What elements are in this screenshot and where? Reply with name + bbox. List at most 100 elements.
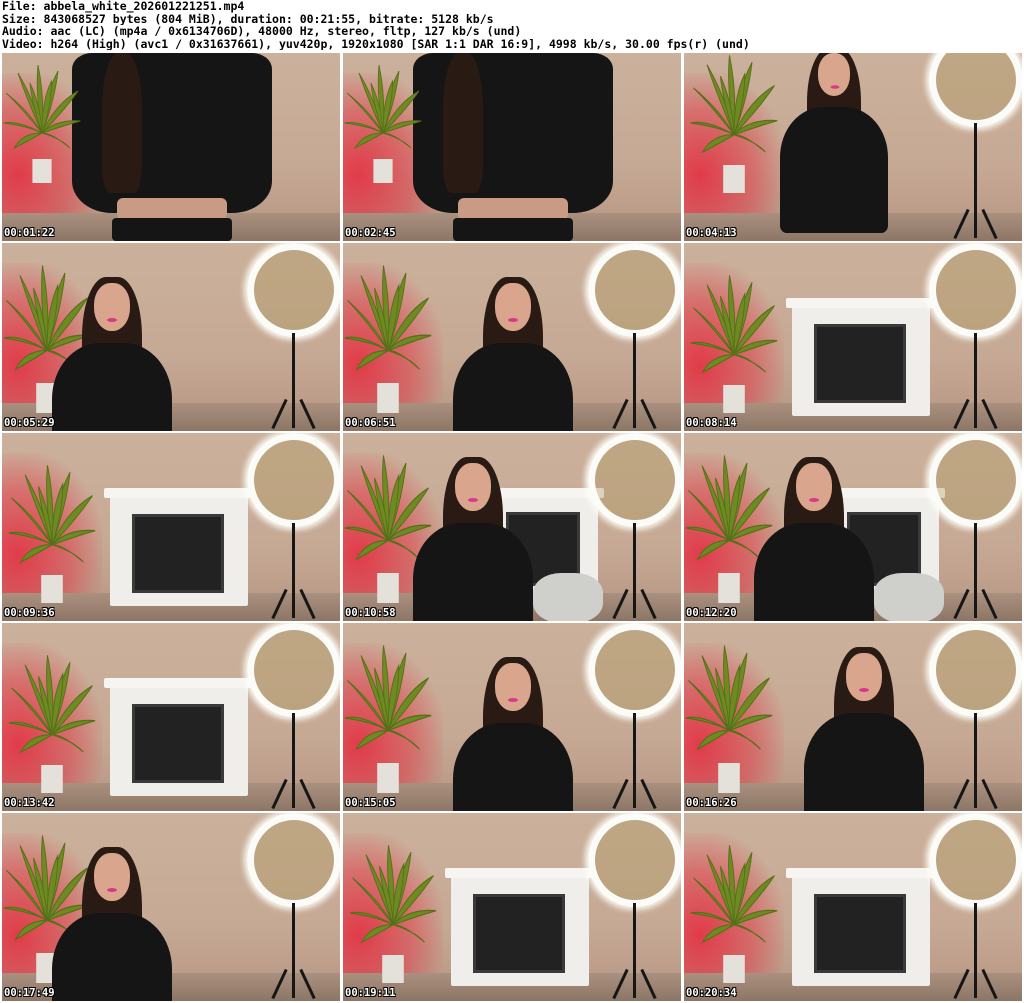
ring-light-stand [633,523,636,618]
timestamp-label: 00:13:42 [4,797,55,809]
hair [443,53,483,193]
fireplace-insert [132,513,224,594]
ring-light-stand [292,523,295,618]
thumbnail: 00:16:26 [684,623,1022,811]
palm-plant [690,845,778,983]
fireplace [445,868,595,986]
face [846,653,882,701]
palm-plant [344,64,422,183]
midriff [117,198,227,220]
ring-light-stand [292,903,295,998]
thumbnail: 00:06:51 [343,243,681,431]
timestamp-label: 00:04:13 [686,227,737,239]
mantel-shelf [786,868,936,878]
ring-light [588,243,681,337]
face [817,53,851,97]
black-top [453,723,573,811]
ring-light [247,813,340,907]
thumbnail: 00:12:20 [684,433,1022,621]
ring-light [588,813,681,907]
thumbnail-grid: 00:01:22 00:02:45 00:04:13 00:05:29 00:06:51… [2,53,1022,1001]
ring-light [929,433,1022,527]
thumbnail: 00:09:36 [2,433,340,621]
face [455,463,491,511]
mantel-shelf [104,678,254,688]
palm-plant [685,645,773,793]
lips [859,688,869,692]
fireplace [786,868,936,986]
black-top [804,713,924,811]
timestamp-label: 00:01:22 [4,227,55,239]
fireplace-insert [473,893,565,974]
palm-plant [8,655,96,793]
black-top [413,523,533,621]
fireplace [104,488,254,606]
timestamp-label: 00:06:51 [345,417,396,429]
thumbnail: 00:10:58 [343,433,681,621]
timestamp-label: 00:12:20 [686,607,737,619]
lips [809,498,819,502]
audio-info-line: Audio: aac (LC) (mp4a / 0x6134706D), 480… [2,25,522,38]
timestamp-label: 00:10:58 [345,607,396,619]
ring-light [588,623,681,717]
ring-light [247,243,340,337]
fireplace-insert [132,703,224,784]
ring-light-stand [974,523,977,618]
palm-plant [344,645,432,793]
timestamp-label: 00:19:11 [345,987,396,999]
lips [508,318,518,322]
file-name-line: File: abbela_white_202601221251.mp4 [2,0,245,13]
lips [107,318,117,322]
mantel-shelf [104,488,254,498]
ring-light [588,433,681,527]
ring-light-stand [292,333,295,428]
fireplace [786,298,936,416]
face [495,283,531,331]
video-info-header: File: abbela_white_202601221251.mp4 Size… [2,0,1022,52]
ring-light-stand [633,903,636,998]
ring-light [929,623,1022,717]
fireplace [104,678,254,796]
timestamp-label: 00:15:05 [345,797,396,809]
ring-light [247,433,340,527]
fireplace-insert [814,893,906,974]
thumbnail: 00:08:14 [684,243,1022,431]
thumbnail: 00:20:34 [684,813,1022,1001]
timestamp-label: 00:17:49 [4,987,55,999]
ring-light-stand [633,713,636,808]
black-top [780,107,888,233]
ring-light-stand [974,333,977,428]
ring-light [929,813,1022,907]
thumbnail: 00:04:13 [684,53,1022,241]
ring-light-stand [633,333,636,428]
mantel-shelf [786,298,936,308]
palm-plant [344,265,432,413]
timestamp-label: 00:16:26 [686,797,737,809]
thumbnail: 00:19:11 [343,813,681,1001]
black-bottoms [112,218,232,241]
timestamp-label: 00:20:34 [686,987,737,999]
ring-light [247,623,340,717]
lips [508,698,518,702]
lips [468,498,478,502]
palm-plant [690,275,778,413]
mantel-shelf [445,868,595,878]
black-bottoms [453,218,573,241]
timestamp-label: 00:05:29 [4,417,55,429]
face [796,463,832,511]
midriff [458,198,568,220]
face [495,663,531,711]
thumbnail: 00:01:22 [2,53,340,241]
ring-light-stand [292,713,295,808]
palm-plant [349,845,437,983]
video-info-line: Video: h264 (High) (avc1 / 0x31637661), … [2,37,750,51]
timestamp-label: 00:08:14 [686,417,737,429]
ring-light-stand [974,903,977,998]
timestamp-label: 00:02:45 [345,227,396,239]
thumbnail: 00:15:05 [343,623,681,811]
face [94,853,130,901]
ring-light [929,243,1022,337]
timestamp-label: 00:09:36 [4,607,55,619]
black-top [754,523,874,621]
knee [533,573,603,621]
